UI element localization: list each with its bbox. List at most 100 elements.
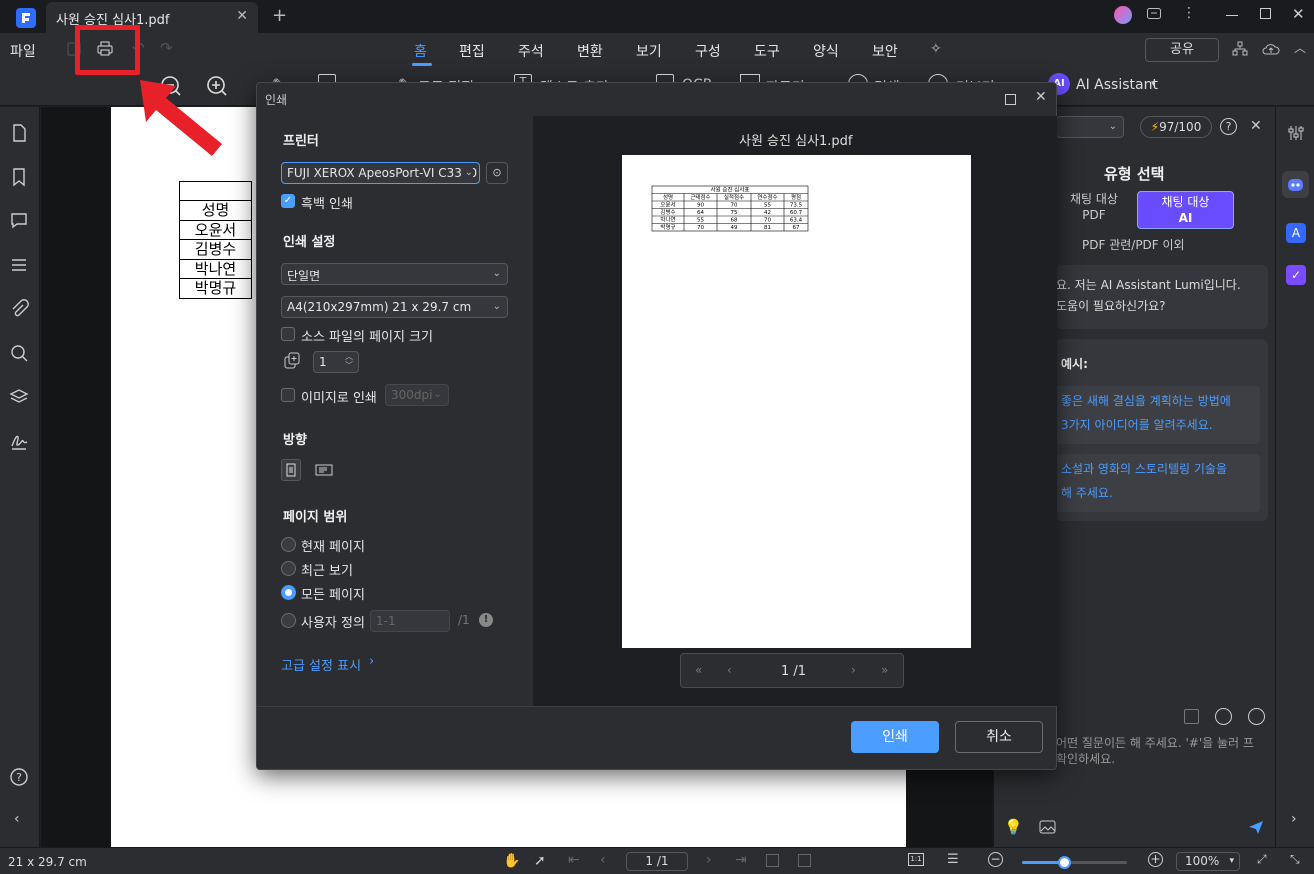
more-icon[interactable]: ⋮: [1182, 5, 1196, 21]
range-current-radio[interactable]: [281, 537, 296, 552]
paper-size-select[interactable]: A4(210x297mm) 21 x 29.7 cm ⌄: [281, 296, 508, 318]
menu-view[interactable]: 보기: [636, 41, 662, 61]
minimize-icon[interactable]: [1226, 15, 1238, 16]
add-icon[interactable]: [1184, 709, 1199, 724]
rotate-icon[interactable]: [766, 854, 779, 867]
menu-comment[interactable]: 주석: [518, 41, 544, 61]
layers-icon[interactable]: [9, 387, 29, 407]
example-item-1[interactable]: 좋은 새해 결심을 계획하는 방법에 3가지 아이디어를 알려주세요.: [1056, 386, 1260, 444]
last-page-icon[interactable]: ⇥: [735, 852, 747, 868]
cloud-upload-icon[interactable]: [1262, 41, 1280, 57]
zoom-out-small-icon[interactable]: −: [988, 852, 1003, 867]
portrait-icon[interactable]: [281, 459, 301, 481]
first-page-icon[interactable]: ⇤: [568, 852, 580, 868]
print-as-image-checkbox[interactable]: [281, 388, 295, 402]
landscape-icon[interactable]: [313, 460, 335, 480]
hand-tool-icon[interactable]: ✋: [503, 853, 520, 869]
fullscreen-icon[interactable]: ⤢: [1257, 852, 1267, 867]
custom-range-input[interactable]: 1-1: [370, 610, 450, 632]
select-tool-icon[interactable]: ➚: [534, 853, 546, 869]
range-recent-radio[interactable]: [281, 561, 296, 576]
lightbulb-icon[interactable]: ✧: [930, 41, 942, 57]
redo-icon[interactable]: ↷: [160, 39, 173, 57]
cancel-button[interactable]: 취소: [955, 721, 1043, 753]
example-item-2[interactable]: 소설과 영화의 스토리텔링 기술을 해 주세요.: [1056, 454, 1260, 512]
printer-select[interactable]: FUJI XEROX ApeosPort-VI C3370 ⌄: [281, 162, 480, 184]
check-task-icon[interactable]: ✓: [1286, 265, 1306, 285]
preview-last-icon[interactable]: »: [881, 663, 888, 677]
expand-right-icon[interactable]: ›: [1291, 811, 1297, 827]
ai-bot-icon[interactable]: [1282, 171, 1309, 198]
print-button[interactable]: 인쇄: [851, 721, 939, 753]
image-upload-icon[interactable]: [1039, 819, 1057, 835]
zoom-slider-handle[interactable]: [1058, 856, 1071, 869]
send-icon[interactable]: [1248, 819, 1264, 835]
menu-forms[interactable]: 양식: [813, 41, 839, 61]
zoom-slider[interactable]: [1022, 856, 1127, 869]
chat-ai-option[interactable]: 채팅 대상 AI: [1137, 191, 1234, 229]
history-icon[interactable]: [1215, 708, 1232, 725]
preview-next-icon[interactable]: ›: [851, 663, 856, 677]
menu-home[interactable]: 홈: [414, 41, 427, 61]
close-panel-icon[interactable]: ✕: [1250, 118, 1262, 134]
signature-icon[interactable]: [9, 431, 29, 451]
copies-input[interactable]: 1 ︿ ﹀: [313, 351, 359, 373]
message-icon[interactable]: [1146, 6, 1162, 22]
custom-range-info-icon[interactable]: !: [479, 613, 493, 627]
preview-first-icon[interactable]: «: [695, 663, 702, 677]
fit-page-icon[interactable]: [798, 854, 811, 867]
lightbulb-tip-icon[interactable]: 💡: [1004, 818, 1023, 836]
layers-list-icon[interactable]: [9, 255, 29, 275]
share-button[interactable]: 공유: [1145, 38, 1219, 62]
expand-icon[interactable]: ⤡: [1290, 852, 1300, 867]
info-icon[interactable]: ?: [1220, 118, 1237, 135]
ai-assistant-button[interactable]: AI Assistant: [1076, 77, 1158, 93]
advanced-chevron-icon[interactable]: ›: [369, 654, 374, 669]
range-all-radio[interactable]: [281, 585, 296, 600]
new-tab-icon[interactable]: +: [272, 5, 287, 26]
menu-security[interactable]: 보안: [872, 41, 898, 61]
search-icon[interactable]: [9, 343, 29, 363]
dpi-select[interactable]: 300dpi ⌄: [385, 384, 449, 406]
menu-convert[interactable]: 변환: [577, 41, 603, 61]
printer-properties-icon[interactable]: ⊙: [486, 162, 508, 184]
comment-icon[interactable]: [9, 211, 29, 231]
menu-file[interactable]: 파일: [10, 41, 36, 61]
avatar[interactable]: [1114, 6, 1132, 24]
translate-icon[interactable]: A: [1286, 223, 1306, 243]
source-page-size-checkbox[interactable]: [281, 327, 295, 341]
close-tab-icon[interactable]: ✕: [236, 8, 248, 24]
properties-icon[interactable]: [1287, 124, 1305, 142]
menu-organize[interactable]: 구성: [695, 41, 721, 61]
close-window-icon[interactable]: ✕: [1292, 5, 1305, 23]
advanced-settings-link[interactable]: 고급 설정 표시: [281, 655, 361, 674]
next-page-icon[interactable]: ›: [706, 852, 712, 868]
model-select[interactable]: ⌄: [1056, 116, 1124, 138]
grayscale-checkbox[interactable]: ✓: [281, 194, 295, 208]
copies-spinner-icon[interactable]: ︿ ﹀: [345, 352, 353, 370]
collapse-left-icon[interactable]: ‹: [14, 811, 20, 827]
page-thumbnail-icon[interactable]: [9, 123, 29, 143]
maximize-icon[interactable]: [1260, 8, 1271, 19]
zoom-select[interactable]: 100% ▾: [1176, 852, 1240, 871]
chat-pdf-option[interactable]: 채팅 대상 PDF: [1056, 191, 1132, 229]
collapse-icon[interactable]: ︿: [1294, 39, 1306, 56]
dialog-maximize-icon[interactable]: [1005, 94, 1016, 105]
duplex-select[interactable]: 단일면 ⌄: [281, 263, 508, 285]
zoom-in-small-icon[interactable]: +: [1148, 852, 1163, 867]
help-icon[interactable]: ?: [9, 767, 29, 787]
dialog-close-icon[interactable]: ✕: [1035, 89, 1047, 105]
settings-icon[interactable]: [1248, 708, 1265, 725]
prev-page-icon[interactable]: ‹: [600, 852, 606, 868]
page-layout-icon[interactable]: ☰: [947, 852, 959, 867]
menu-edit[interactable]: 편집: [459, 41, 485, 61]
attachment-icon[interactable]: [9, 299, 29, 319]
ai-assistant-chevron-icon[interactable]: ▾: [1151, 79, 1156, 89]
chat-input[interactable]: 어떤 질문이든 해 주세요. '#'을 눌러 프 확인하세요.: [1056, 735, 1268, 775]
preview-prev-icon[interactable]: ‹: [727, 663, 732, 677]
page-number-input[interactable]: 1 /1: [626, 852, 688, 871]
sitemap-icon[interactable]: [1232, 41, 1248, 57]
actual-size-icon[interactable]: 1:1: [908, 853, 924, 866]
bookmark-icon[interactable]: [9, 167, 29, 187]
menu-tools[interactable]: 도구: [754, 41, 780, 61]
